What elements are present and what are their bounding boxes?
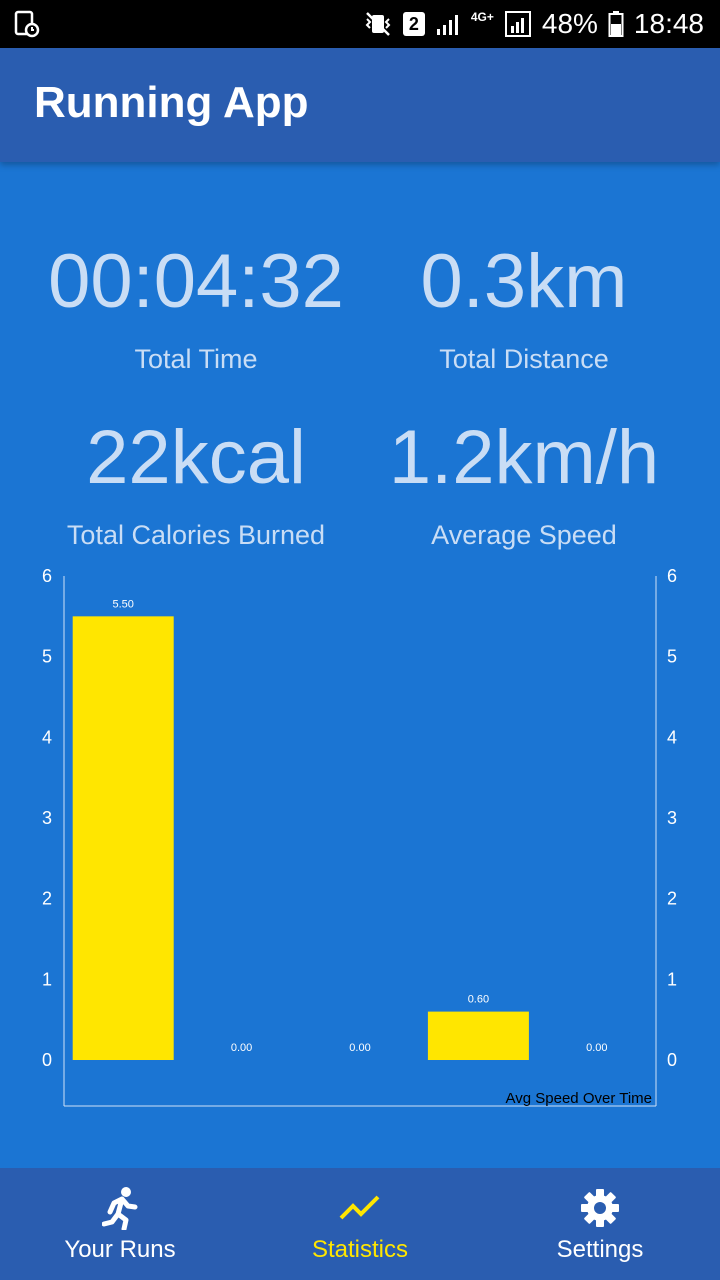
network-type-label: 4G+ bbox=[470, 10, 494, 24]
sim-badge: 2 bbox=[402, 12, 425, 36]
nav-statistics[interactable]: Statistics bbox=[240, 1168, 480, 1280]
nav-settings[interactable]: Settings bbox=[480, 1168, 720, 1280]
total-calories-label: Total Calories Burned bbox=[66, 520, 326, 550]
total-distance-stat: 0.3km Total Distance bbox=[374, 244, 674, 375]
y-tick-left-2: 2 bbox=[42, 889, 52, 909]
bar-value-label-4: 0.00 bbox=[586, 1042, 607, 1054]
chart-description: Avg Speed Over Time bbox=[506, 1090, 652, 1107]
y-tick-right-5: 5 bbox=[667, 647, 677, 667]
y-tick-right-1: 1 bbox=[667, 969, 677, 989]
app-title: Running App bbox=[34, 78, 309, 127]
y-tick-left-1: 1 bbox=[42, 969, 52, 989]
y-tick-left-6: 6 bbox=[42, 566, 52, 586]
average-speed-value: 1.2km/h bbox=[388, 415, 660, 500]
bar-0 bbox=[72, 616, 174, 1060]
bar-value-label-0: 5.50 bbox=[112, 598, 133, 610]
vibrate-mute-icon bbox=[363, 10, 393, 38]
total-time-label: Total Time bbox=[134, 344, 258, 374]
bar-value-label-2: 0.00 bbox=[349, 1042, 370, 1054]
average-speed-stat: 1.2km/h Average Speed bbox=[374, 420, 674, 551]
total-calories-value: 22kcal bbox=[86, 415, 306, 500]
y-tick-right-4: 4 bbox=[667, 727, 677, 747]
nav-your-runs[interactable]: Your Runs bbox=[0, 1168, 240, 1280]
y-tick-right-2: 2 bbox=[667, 889, 677, 909]
nav-your-runs-label: Your Runs bbox=[64, 1236, 176, 1263]
average-speed-label: Average Speed bbox=[431, 520, 617, 550]
total-time-value: 00:04:32 bbox=[48, 239, 344, 324]
nav-statistics-label: Statistics bbox=[311, 1236, 409, 1263]
avg-speed-chart[interactable]: 0 0 1 1 2 2 3 3 4 4 5 5 6 6 5.50 0.00 0.00 0.60 0.00 Avg Sp… bbox=[0, 560, 720, 1120]
total-calories-stat: 22kcal Total Calories Burned bbox=[36, 420, 356, 551]
clock: 18:48 bbox=[633, 8, 704, 39]
status-bar: 2 4G+ 48% 18:48 bbox=[0, 0, 720, 48]
app-bar: Running App bbox=[0, 48, 720, 162]
bar-3 bbox=[427, 1011, 529, 1060]
running-person-icon bbox=[102, 1186, 138, 1230]
gear-icon bbox=[580, 1186, 620, 1230]
total-time-stat: 00:04:32 Total Time bbox=[36, 244, 356, 375]
total-distance-value: 0.3km bbox=[420, 239, 628, 324]
y-tick-left-4: 4 bbox=[42, 727, 52, 747]
trending-chart-icon bbox=[338, 1186, 382, 1230]
bar-value-label-3: 0.60 bbox=[468, 994, 489, 1006]
battery-percentage: 48% bbox=[541, 8, 598, 39]
total-distance-label: Total Distance bbox=[439, 344, 609, 374]
y-tick-left-5: 5 bbox=[42, 647, 52, 667]
y-tick-right-3: 3 bbox=[667, 808, 677, 828]
bar-value-label-1: 0.00 bbox=[231, 1042, 252, 1054]
y-tick-left-3: 3 bbox=[42, 808, 52, 828]
signal-icon bbox=[435, 11, 461, 37]
nav-settings-label: Settings bbox=[556, 1236, 644, 1263]
screen-record-icon bbox=[14, 10, 44, 40]
signal-strength-icon bbox=[504, 10, 532, 38]
y-tick-right-6: 6 bbox=[667, 566, 677, 586]
y-tick-right-0: 0 bbox=[667, 1050, 677, 1070]
bottom-navigation: Your Runs Statistics Settings bbox=[0, 1168, 720, 1280]
battery-icon bbox=[608, 10, 624, 38]
y-tick-left-0: 0 bbox=[42, 1050, 52, 1070]
